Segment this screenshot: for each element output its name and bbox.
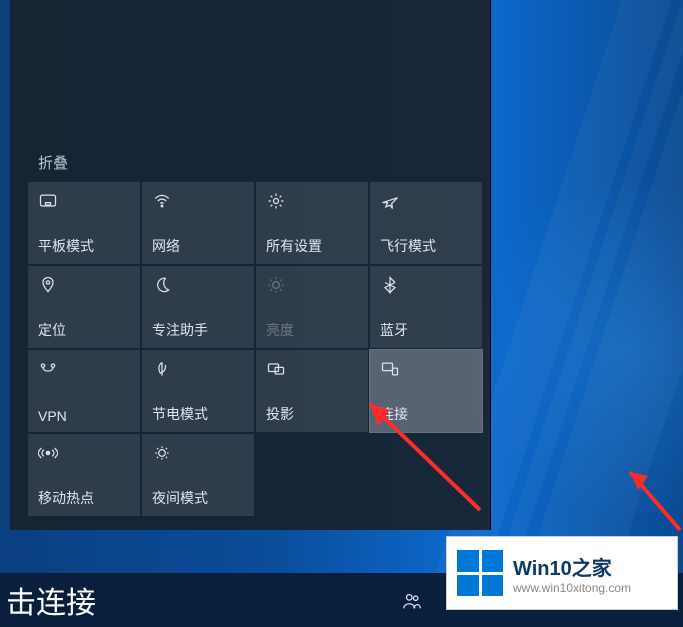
- tile-label: 蓝牙: [380, 320, 408, 340]
- moon-icon: [152, 272, 246, 298]
- people-icon[interactable]: [401, 590, 423, 617]
- tablet-icon: [38, 188, 132, 214]
- tile-airplane-mode[interactable]: 飞行模式: [370, 182, 482, 264]
- tile-label: 飞行模式: [380, 236, 436, 256]
- annotation-arrow-1: [340, 380, 500, 520]
- bluetooth-icon: [380, 272, 474, 298]
- tile-network[interactable]: 网络: [142, 182, 254, 264]
- location-icon: [38, 272, 132, 298]
- tile-label: VPN: [38, 408, 67, 424]
- tile-tablet-mode[interactable]: 平板模式: [28, 182, 140, 264]
- windows-logo-icon: [457, 550, 503, 596]
- watermark-box: Win10之家 www.win10xitong.com: [447, 537, 677, 609]
- tile-mobile-hotspot[interactable]: 移动热点: [28, 434, 140, 516]
- tile-label: 定位: [38, 320, 66, 340]
- annotation-arrow-2: [620, 460, 683, 540]
- watermark-url: www.win10xitong.com: [513, 581, 631, 595]
- tile-label: 移动热点: [38, 488, 94, 508]
- gear-icon: [266, 188, 360, 214]
- wifi-icon: [152, 188, 246, 214]
- tile-all-settings[interactable]: 所有设置: [256, 182, 368, 264]
- airplane-icon: [380, 188, 474, 214]
- tile-label: 节电模式: [152, 404, 208, 424]
- tile-label: 网络: [152, 236, 180, 256]
- annotation-caption: 击连接: [6, 578, 96, 622]
- tile-focus-assist[interactable]: 专注助手: [142, 266, 254, 348]
- project-icon: [266, 356, 360, 382]
- tile-brightness[interactable]: 亮度: [256, 266, 368, 348]
- tile-label: 平板模式: [38, 236, 94, 256]
- nightlight-icon: [152, 440, 246, 466]
- tile-label: 夜间模式: [152, 488, 208, 508]
- watermark-title: Win10之家: [513, 552, 631, 581]
- sun-icon: [266, 272, 360, 298]
- tile-location[interactable]: 定位: [28, 266, 140, 348]
- tile-label: 所有设置: [266, 236, 322, 256]
- tile-label: 投影: [266, 404, 294, 424]
- hotspot-icon: [38, 440, 132, 466]
- tile-battery-saver[interactable]: 节电模式: [142, 350, 254, 432]
- tile-night-light[interactable]: 夜间模式: [142, 434, 254, 516]
- tile-label: 亮度: [266, 320, 294, 340]
- tile-bluetooth[interactable]: 蓝牙: [370, 266, 482, 348]
- vpn-icon: [38, 356, 132, 382]
- collapse-toggle[interactable]: 折叠: [38, 152, 68, 173]
- connect-icon: [380, 356, 474, 382]
- leaf-icon: [152, 356, 246, 382]
- tile-label: 专注助手: [152, 320, 208, 340]
- tile-vpn[interactable]: VPN: [28, 350, 140, 432]
